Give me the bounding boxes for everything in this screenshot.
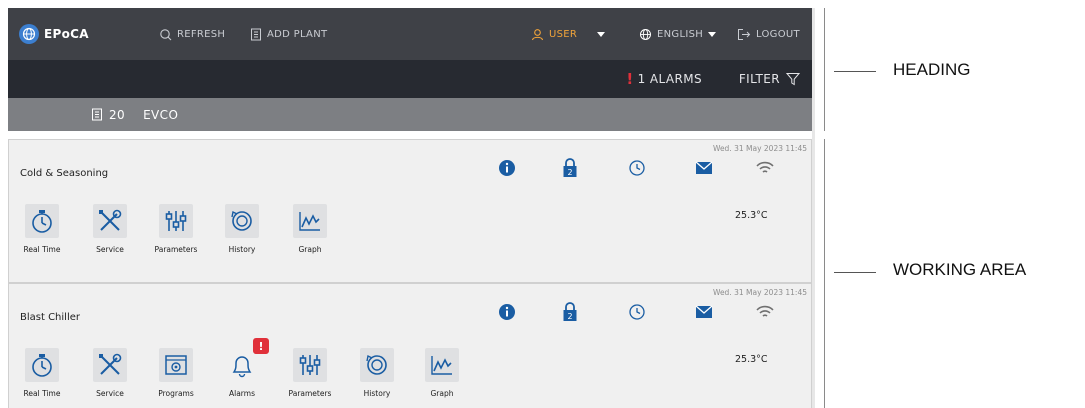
tile-parameters[interactable]: Parameters [147, 204, 205, 262]
alarms-label: 1 ALARMS [637, 72, 702, 86]
alarm-exclamation-icon: ! [626, 70, 634, 88]
heading-pointer-line [834, 71, 876, 72]
programs-window-gear-icon [159, 348, 193, 382]
lock-level-2-icon[interactable]: 2 [558, 300, 582, 324]
language-label: ENGLISH [657, 28, 704, 40]
heading-bracket-line [824, 8, 825, 131]
wrench-screwdriver-icon [93, 204, 127, 238]
section-gap [8, 131, 812, 139]
svg-text:2: 2 [567, 168, 572, 177]
add-plant-label: ADD PLANT [267, 28, 328, 40]
alarms-indicator[interactable]: ! 1 ALARMS [626, 60, 702, 98]
user-label: USER [549, 28, 578, 40]
user-menu[interactable]: USER [531, 8, 606, 60]
tile-history[interactable]: History [348, 348, 406, 406]
tile-alarms[interactable]: ! Alarms [213, 338, 271, 406]
stopwatch-icon [25, 204, 59, 238]
tile-service[interactable]: Service [81, 204, 139, 262]
user-icon [531, 28, 544, 40]
bell-icon: ! [225, 338, 269, 382]
user-dropdown-chevron-icon[interactable] [597, 31, 606, 37]
language-selector[interactable]: ENGLISH [639, 8, 717, 60]
filter-label: FILTER [738, 72, 780, 86]
building-icon [92, 108, 102, 121]
logout-icon [738, 28, 751, 40]
top-navigation-bar: EPoCA REFRESH ADD PLANT USER ENGLISH LOG… [8, 8, 812, 60]
site-info[interactable]: 20 EVCO [91, 98, 178, 131]
alarm-badge: ! [253, 338, 269, 354]
tile-label: Real Time [23, 389, 61, 398]
wifi-signal-icon [753, 300, 777, 324]
tile-label: Programs [158, 389, 194, 398]
tile-history[interactable]: History [213, 204, 271, 262]
brand-logo[interactable]: EPoCA [19, 8, 89, 60]
device-name: Blast Chiller [20, 312, 80, 323]
tile-parameters[interactable]: Parameters [281, 348, 339, 406]
tile-label: Parameters [154, 245, 198, 254]
tile-label: Alarms [229, 389, 255, 398]
svg-text:2: 2 [567, 312, 572, 321]
tile-service[interactable]: Service [81, 348, 139, 406]
info-icon[interactable] [495, 300, 519, 324]
temperature-reading: 25.3°C [735, 354, 768, 365]
device-panel-blast-chiller: Blast Chiller Wed. 31 May 2023 11:45 2 2… [8, 283, 812, 408]
site-name: EVCO [143, 107, 179, 122]
temperature-reading: 25.3°C [735, 210, 768, 221]
brand-name: EPoCA [44, 27, 89, 41]
logout-button[interactable]: LOGOUT [737, 8, 800, 60]
lock-level-2-icon[interactable]: 2 [558, 156, 582, 180]
filter-button[interactable]: FILTER [739, 60, 800, 98]
logout-label: LOGOUT [756, 28, 800, 40]
wifi-signal-icon [753, 156, 777, 180]
device-timestamp: Wed. 31 May 2023 11:45 [712, 144, 807, 153]
heading-annotation: HEADING [893, 60, 971, 79]
clock-icon[interactable] [625, 156, 649, 180]
history-clock-icon [225, 204, 259, 238]
site-count: 20 [109, 107, 126, 122]
mail-icon[interactable] [692, 156, 716, 180]
tile-label: Service [96, 389, 124, 398]
wrench-screwdriver-icon [93, 348, 127, 382]
tile-label: Service [96, 245, 124, 254]
tile-label: Real Time [23, 245, 61, 254]
device-timestamp: Wed. 31 May 2023 11:45 [712, 288, 807, 297]
working-area-pointer-line [834, 272, 876, 273]
refresh-button[interactable]: REFRESH [159, 8, 225, 60]
tile-label: Parameters [288, 389, 332, 398]
search-refresh-icon [160, 28, 172, 40]
working-area-bracket-line [824, 139, 825, 408]
building-icon [251, 28, 261, 40]
filter-funnel-icon [786, 73, 800, 86]
tile-real-time[interactable]: Real Time [13, 348, 71, 406]
tile-programs[interactable]: Programs [147, 348, 205, 406]
tile-graph[interactable]: Graph [281, 204, 339, 262]
sliders-icon [159, 204, 193, 238]
globe-icon [640, 28, 651, 40]
mail-icon[interactable] [692, 300, 716, 324]
info-icon[interactable] [495, 156, 519, 180]
tile-label: History [363, 389, 391, 398]
history-clock-icon [360, 348, 394, 382]
line-graph-icon [425, 348, 459, 382]
globe-logo-icon [19, 24, 39, 44]
working-area-annotation: WORKING AREA [893, 260, 1027, 279]
alarms-filter-bar: ! 1 ALARMS FILTER [8, 60, 812, 98]
site-bar: 20 EVCO [8, 98, 812, 131]
app-window: EPoCA REFRESH ADD PLANT USER ENGLISH LOG… [8, 8, 812, 408]
tile-label: Graph [430, 389, 454, 398]
language-dropdown-chevron-icon [708, 31, 717, 37]
tile-real-time[interactable]: Real Time [13, 204, 71, 262]
sliders-icon [293, 348, 327, 382]
line-graph-icon [293, 204, 327, 238]
add-plant-button[interactable]: ADD PLANT [250, 8, 327, 60]
clock-icon[interactable] [625, 300, 649, 324]
device-name: Cold & Seasoning [20, 168, 109, 179]
tile-label: History [228, 245, 256, 254]
device-panel-cold-seasoning: Cold & Seasoning Wed. 31 May 2023 11:45 … [8, 139, 812, 283]
tile-label: Graph [298, 245, 322, 254]
tile-graph[interactable]: Graph [413, 348, 471, 406]
scrollbar[interactable] [812, 8, 815, 408]
refresh-label: REFRESH [177, 28, 226, 40]
stopwatch-icon [25, 348, 59, 382]
